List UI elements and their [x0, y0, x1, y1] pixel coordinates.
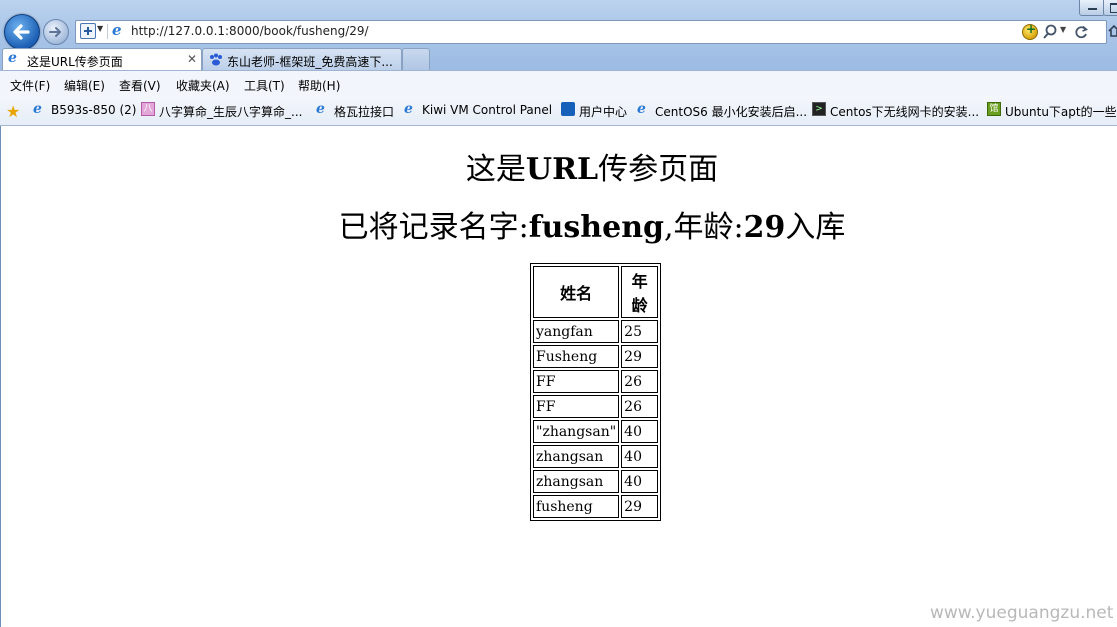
cell-name: fusheng: [533, 495, 620, 518]
favorite-label: 八字算命_生辰八字算命_...: [159, 105, 303, 119]
search-dropdown-icon[interactable]: ▼: [1060, 25, 1066, 34]
cell-age: 40: [621, 445, 659, 468]
menu-help[interactable]: 帮助(H): [298, 77, 340, 94]
green-book-icon: 馆: [987, 102, 1001, 116]
telecom-icon: [561, 102, 575, 116]
compatibility-view-icon[interactable]: [80, 23, 96, 39]
address-url[interactable]: http://127.0.0.1:8000/book/fusheng/29/: [131, 24, 369, 38]
cell-age: 40: [621, 420, 659, 443]
close-icon[interactable]: ✕: [187, 52, 197, 66]
record-suffix: 入库: [785, 210, 846, 245]
table-header-row: 姓名 年龄: [533, 266, 659, 318]
record-name: fusheng: [528, 210, 664, 245]
ie-icon: e: [637, 101, 646, 117]
favorite-label: Ubuntu下apt的一些用: [1005, 105, 1117, 119]
menu-favorites[interactable]: 收藏夹(A): [176, 77, 230, 94]
table-row: zhangsan 40: [533, 445, 659, 468]
menu-bar: 文件(F) 编辑(E) 查看(V) 收藏夹(A) 工具(T) 帮助(H): [0, 70, 1117, 97]
record-prefix: 已将记录名字:: [338, 210, 529, 245]
title-suffix: 传参页面: [598, 152, 719, 187]
tab-active[interactable]: e 这是URL传参页面 ✕: [2, 48, 202, 72]
forward-arrow-icon: [49, 27, 61, 37]
menu-edit[interactable]: 编辑(E): [64, 77, 105, 94]
favorites-star-icon[interactable]: ★: [6, 102, 20, 121]
menu-view[interactable]: 查看(V): [119, 77, 161, 94]
maximize-icon: [1110, 3, 1117, 13]
favorite-label: CentOS6 最小化安装后启...: [655, 105, 808, 119]
record-age: 29: [743, 210, 786, 245]
cell-name: Fusheng: [533, 345, 620, 368]
cell-name: zhangsan: [533, 445, 620, 468]
table-row: yangfan 25: [533, 320, 659, 343]
record-mid: ,年龄:: [664, 210, 744, 245]
address-bar[interactable]: ▼ e http://127.0.0.1:8000/book/fusheng/2…: [75, 20, 1107, 44]
table-row: fusheng 29: [533, 495, 659, 518]
favorite-label: 格瓦拉接口: [334, 105, 395, 119]
page-title: 这是URL传参页面: [1, 144, 1117, 188]
cell-age: 25: [621, 320, 659, 343]
site-watermark: www.yueguangzu.net: [930, 603, 1114, 623]
minimize-button[interactable]: [1079, 0, 1105, 16]
page-content: 这是URL传参页面 已将记录名字:fusheng,年龄:29入库 姓名 年龄 y…: [1, 126, 1117, 627]
tab-label: 东山老师-框架班_免费高速下...: [227, 55, 393, 69]
ie-icon: e: [316, 101, 325, 117]
column-header-name: 姓名: [533, 266, 620, 318]
table-row: "zhangsan" 40: [533, 420, 659, 443]
tab-label: 这是URL传参页面: [27, 55, 123, 69]
favorite-label: B593s-850 (2): [51, 103, 137, 117]
back-button[interactable]: [4, 14, 40, 50]
title-prefix: 这是: [465, 152, 526, 187]
table-row: FF 26: [533, 395, 659, 418]
cell-age: 40: [621, 470, 659, 493]
ie-page-icon: e: [112, 21, 122, 39]
minimize-icon: [1088, 8, 1097, 10]
table-row: zhangsan 40: [533, 470, 659, 493]
addon-status-icon[interactable]: [1022, 22, 1038, 40]
new-tab-button[interactable]: [402, 48, 430, 70]
back-arrow-icon: [13, 24, 30, 40]
menu-tools[interactable]: 工具(T): [244, 77, 285, 94]
favorite-label: 用户中心: [579, 105, 628, 119]
ie-icon: e: [404, 101, 413, 117]
home-icon[interactable]: [1108, 24, 1117, 38]
cell-age: 26: [621, 395, 659, 418]
cell-name: yangfan: [533, 320, 620, 343]
table-row: Fusheng 29: [533, 345, 659, 368]
cell-age: 29: [621, 345, 659, 368]
refresh-icon[interactable]: [1073, 24, 1089, 40]
address-separator: [107, 24, 108, 39]
record-message: 已将记录名字:fusheng,年龄:29入库: [1, 202, 1117, 246]
column-header-age: 年龄: [621, 266, 659, 318]
cell-name: FF: [533, 370, 620, 393]
records-table: 姓名 年龄 yangfan 25 Fusheng 29 FF 26 FF 26 "zha…: [530, 263, 662, 521]
browser-chrome: ▼ e http://127.0.0.1:8000/book/fusheng/2…: [0, 0, 1117, 126]
favorite-label: Kiwi VM Control Panel: [422, 103, 553, 117]
table-row: FF 26: [533, 370, 659, 393]
cell-age: 29: [621, 495, 659, 518]
forward-button[interactable]: [43, 19, 69, 45]
maximize-button[interactable]: [1103, 0, 1117, 16]
cell-name: FF: [533, 395, 620, 418]
pink-page-icon: 八: [141, 102, 155, 116]
menu-file[interactable]: 文件(F): [10, 77, 50, 94]
favorite-label: Centos下无线网卡的安装...: [830, 105, 980, 119]
search-icon[interactable]: [1042, 24, 1058, 40]
tab-inactive[interactable]: 东山老师-框架班_免费高速下...: [202, 48, 402, 70]
favorites-bar: ★ e B593s-850 (2) 八 八字算命_生辰八字算命_... e 格瓦…: [0, 96, 1117, 126]
chevron-down-icon[interactable]: ▼: [97, 24, 103, 33]
title-area: ▼ e http://127.0.0.1:8000/book/fusheng/2…: [0, 0, 1117, 72]
ie-icon: e: [33, 101, 42, 117]
cell-age: 26: [621, 370, 659, 393]
cell-name: zhangsan: [533, 470, 620, 493]
cell-name: "zhangsan": [533, 420, 620, 443]
terminal-icon: >: [812, 102, 826, 116]
baidu-icon: [210, 53, 222, 66]
ie-tab-icon: e: [8, 50, 17, 66]
title-url: URL: [525, 152, 599, 187]
